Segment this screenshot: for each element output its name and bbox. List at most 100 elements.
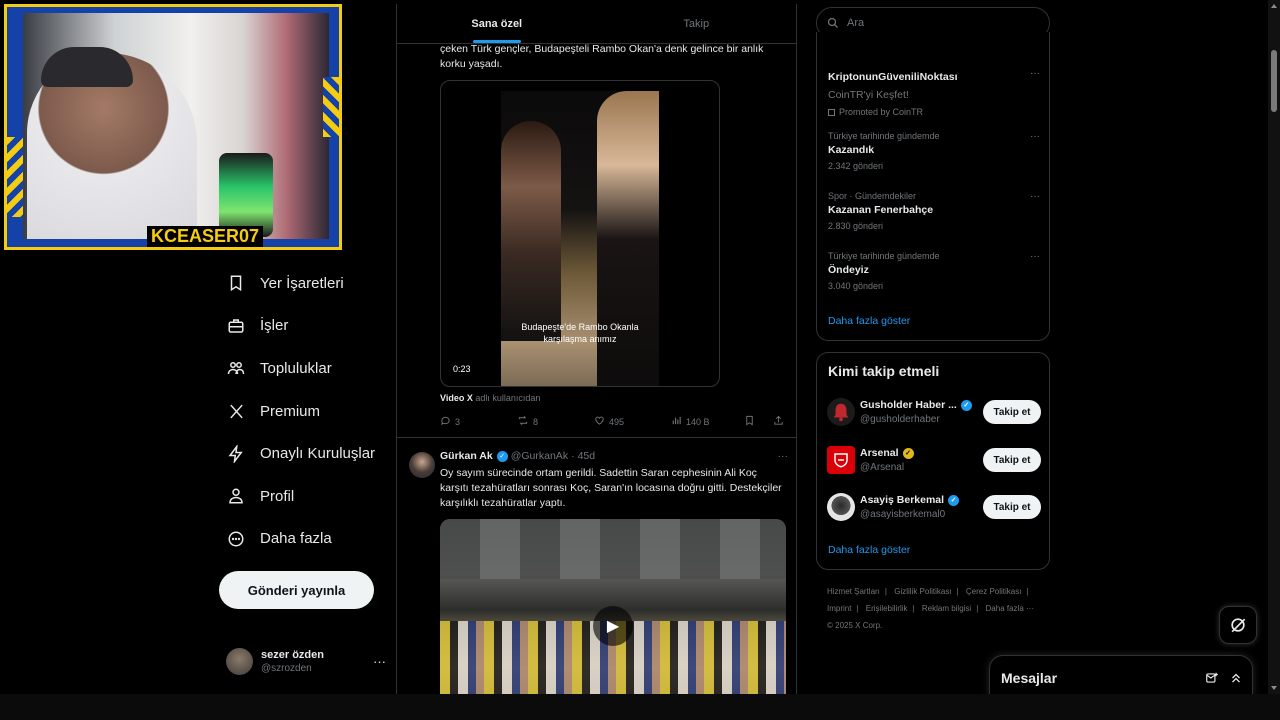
tab-for-you[interactable]: Sana özel xyxy=(397,4,597,43)
meta-separator: · xyxy=(571,450,575,462)
account-info: sezer özden @szrozden xyxy=(261,649,373,674)
trend-subtitle: CoinTR'yi Keşfet! xyxy=(828,89,909,101)
follow-suggestion[interactable]: Asayiş Berkemal ✓ @asayisberkemal0 Takip… xyxy=(827,489,1041,525)
avatar xyxy=(226,647,253,675)
repost-button[interactable]: 8 xyxy=(517,415,594,429)
trend-more-icon[interactable]: ··· xyxy=(1030,131,1040,142)
follow-button[interactable]: Takip et xyxy=(983,495,1041,519)
x-logo-icon xyxy=(226,401,246,421)
suggestion-handle: @Arsenal xyxy=(860,462,905,473)
suggestion-info: Arsenal ✓ @Arsenal xyxy=(860,447,983,473)
nav-item-bookmarks[interactable]: Yer İşaretleri xyxy=(218,262,394,305)
account-switcher[interactable]: sezer özden @szrozden ··· xyxy=(226,644,386,678)
share-button[interactable] xyxy=(773,415,788,429)
nav-item-verified-orgs[interactable]: Onaylı Kuruluşlar xyxy=(218,432,394,475)
avatar[interactable] xyxy=(409,452,435,478)
trend-more-icon[interactable]: ··· xyxy=(1030,68,1040,79)
trend-item[interactable]: Spor · Gündemdekiler Kazanan Fenerbahçe … xyxy=(828,191,1040,231)
trends-show-more-link[interactable]: Daha fazla göster xyxy=(828,315,910,327)
like-button[interactable]: 495 xyxy=(594,415,671,429)
author-handle[interactable]: @GurkanAk xyxy=(511,450,568,462)
footer-link-cookies[interactable]: Çerez Politikası xyxy=(966,587,1022,596)
avatar xyxy=(827,398,855,426)
trend-item[interactable]: Türkiye tarihinde gündemde Öndeyiz 3.040… xyxy=(828,251,1040,291)
follow-button[interactable]: Takip et xyxy=(983,400,1041,424)
reply-icon xyxy=(440,415,451,429)
author-name[interactable]: Gürkan Ak xyxy=(440,450,493,462)
play-icon[interactable]: ▶ xyxy=(593,606,633,646)
more-circle-icon xyxy=(226,529,246,549)
footer-link-terms[interactable]: Hizmet Şartları xyxy=(827,587,880,596)
search-input[interactable] xyxy=(847,17,1027,29)
who-to-follow-panel: Kimi takip etmeli Gusholder Haber ... ✓ … xyxy=(816,352,1050,570)
trend-context: Türkiye tarihinde gündemde xyxy=(828,251,940,261)
promoted-icon xyxy=(828,108,835,116)
video-source-suffix: adlı kullanıcıdan xyxy=(475,393,541,403)
trend-item[interactable]: Türkiye tarihinde gündemde Kazandık 2.34… xyxy=(828,131,1040,171)
trend-item[interactable]: KriptonunGüveniliNoktası CoinTR'yi Keşfe… xyxy=(828,68,1040,117)
nav-item-profile[interactable]: Profil xyxy=(218,475,394,518)
tweet-video[interactable]: ▶ xyxy=(440,519,786,694)
tweet-time[interactable]: 45d xyxy=(578,450,596,462)
nav-item-jobs[interactable]: İşler xyxy=(218,305,394,348)
suggestion-info: Asayiş Berkemal ✓ @asayisberkemal0 xyxy=(860,494,983,520)
views-button[interactable]: 140 B xyxy=(671,415,744,429)
video-duration: 0:23 xyxy=(453,364,471,374)
trend-more-icon[interactable]: ··· xyxy=(1030,251,1040,262)
follow-suggestion[interactable]: Gusholder Haber ... ✓ @gusholderhaber Ta… xyxy=(827,394,1041,430)
tweet-video[interactable]: Budapeşte'de Rambo Okanla karşılaşma anı… xyxy=(440,80,720,387)
video-stadium-roof xyxy=(440,519,786,579)
footer-link-accessibility[interactable]: Erişilebilirlik xyxy=(866,604,908,613)
views-chart-icon xyxy=(671,415,682,429)
grok-button[interactable] xyxy=(1219,606,1257,644)
video-caption: Budapeşte'de Rambo Okanla karşılaşma anı… xyxy=(521,322,639,344)
repost-icon xyxy=(517,415,529,429)
reply-button[interactable]: 3 xyxy=(440,415,517,429)
streamer-logo: KCEASER07 xyxy=(147,226,264,247)
nav-label: Daha fazla xyxy=(260,530,332,548)
suggestion-name: Arsenal xyxy=(860,447,899,459)
suggestion-name-row: Gusholder Haber ... ✓ xyxy=(860,399,983,411)
new-message-icon[interactable] xyxy=(1204,670,1220,686)
expand-up-icon[interactable] xyxy=(1228,670,1244,686)
footer-link-ads-info[interactable]: Reklam bilgisi xyxy=(922,604,971,613)
trend-more-icon[interactable]: ··· xyxy=(1030,191,1040,202)
scroll-up-arrow-icon[interactable] xyxy=(1271,4,1277,8)
follow-suggestion[interactable]: Arsenal ✓ @Arsenal Takip et xyxy=(827,442,1041,478)
account-more-icon[interactable]: ··· xyxy=(373,654,386,669)
suggestion-handle: @gusholderhaber xyxy=(860,414,940,425)
nav-label: Onaylı Kuruluşlar xyxy=(260,445,376,463)
suggestion-name: Gusholder Haber ... xyxy=(860,399,957,411)
footer-row: Imprint | Erişilebilirlik | Reklam bilgisi… xyxy=(827,604,1034,613)
tab-following[interactable]: Takip xyxy=(597,4,797,43)
bookmark-button[interactable] xyxy=(744,415,759,429)
footer-copyright: © 2025 X Corp. xyxy=(827,621,883,630)
nav-label: Topluluklar xyxy=(260,359,332,377)
nav-item-communities[interactable]: Topluluklar xyxy=(218,347,394,390)
footer-link-privacy[interactable]: Gizlilik Politikası xyxy=(894,587,951,596)
video-source-name[interactable]: Video X xyxy=(440,393,473,403)
follow-show-more-link[interactable]: Daha fazla göster xyxy=(828,544,910,556)
nav-item-premium[interactable]: Premium xyxy=(218,390,394,433)
footer-link-more[interactable]: Daha fazla ··· xyxy=(986,604,1034,613)
footer-link-imprint[interactable]: Imprint xyxy=(827,604,851,613)
page-scrollbar[interactable] xyxy=(1268,0,1280,694)
tweet-more-icon[interactable]: ··· xyxy=(778,450,789,462)
suggestion-name-row: Asayiş Berkemal ✓ xyxy=(860,494,983,506)
verified-badge-icon: ✓ xyxy=(948,494,960,506)
nav-label: Profil xyxy=(260,487,295,505)
post-button[interactable]: Gönderi yayınla xyxy=(219,571,374,609)
suggestion-handle: @asayisberkemal0 xyxy=(860,509,946,520)
streamer-cap xyxy=(41,47,133,87)
tweet-text: çeken Türk gençler, Budapeşteli Rambo Ok… xyxy=(440,43,764,70)
verified-badge-icon: ✓ xyxy=(496,450,508,462)
footer-row: Hizmet Şartları | Gizlilik Politikası | Çe… xyxy=(827,587,1029,596)
promoted-text: Promoted by CoinTR xyxy=(839,107,924,117)
overlay-stripes-left xyxy=(7,137,23,217)
scroll-down-arrow-icon[interactable] xyxy=(1271,686,1277,690)
bottom-bar xyxy=(0,694,1280,720)
follow-button[interactable]: Takip et xyxy=(983,448,1041,472)
account-name: sezer özden xyxy=(261,648,324,661)
nav-item-more[interactable]: Daha fazla xyxy=(218,518,394,561)
scrollbar-thumb[interactable] xyxy=(1271,50,1277,112)
